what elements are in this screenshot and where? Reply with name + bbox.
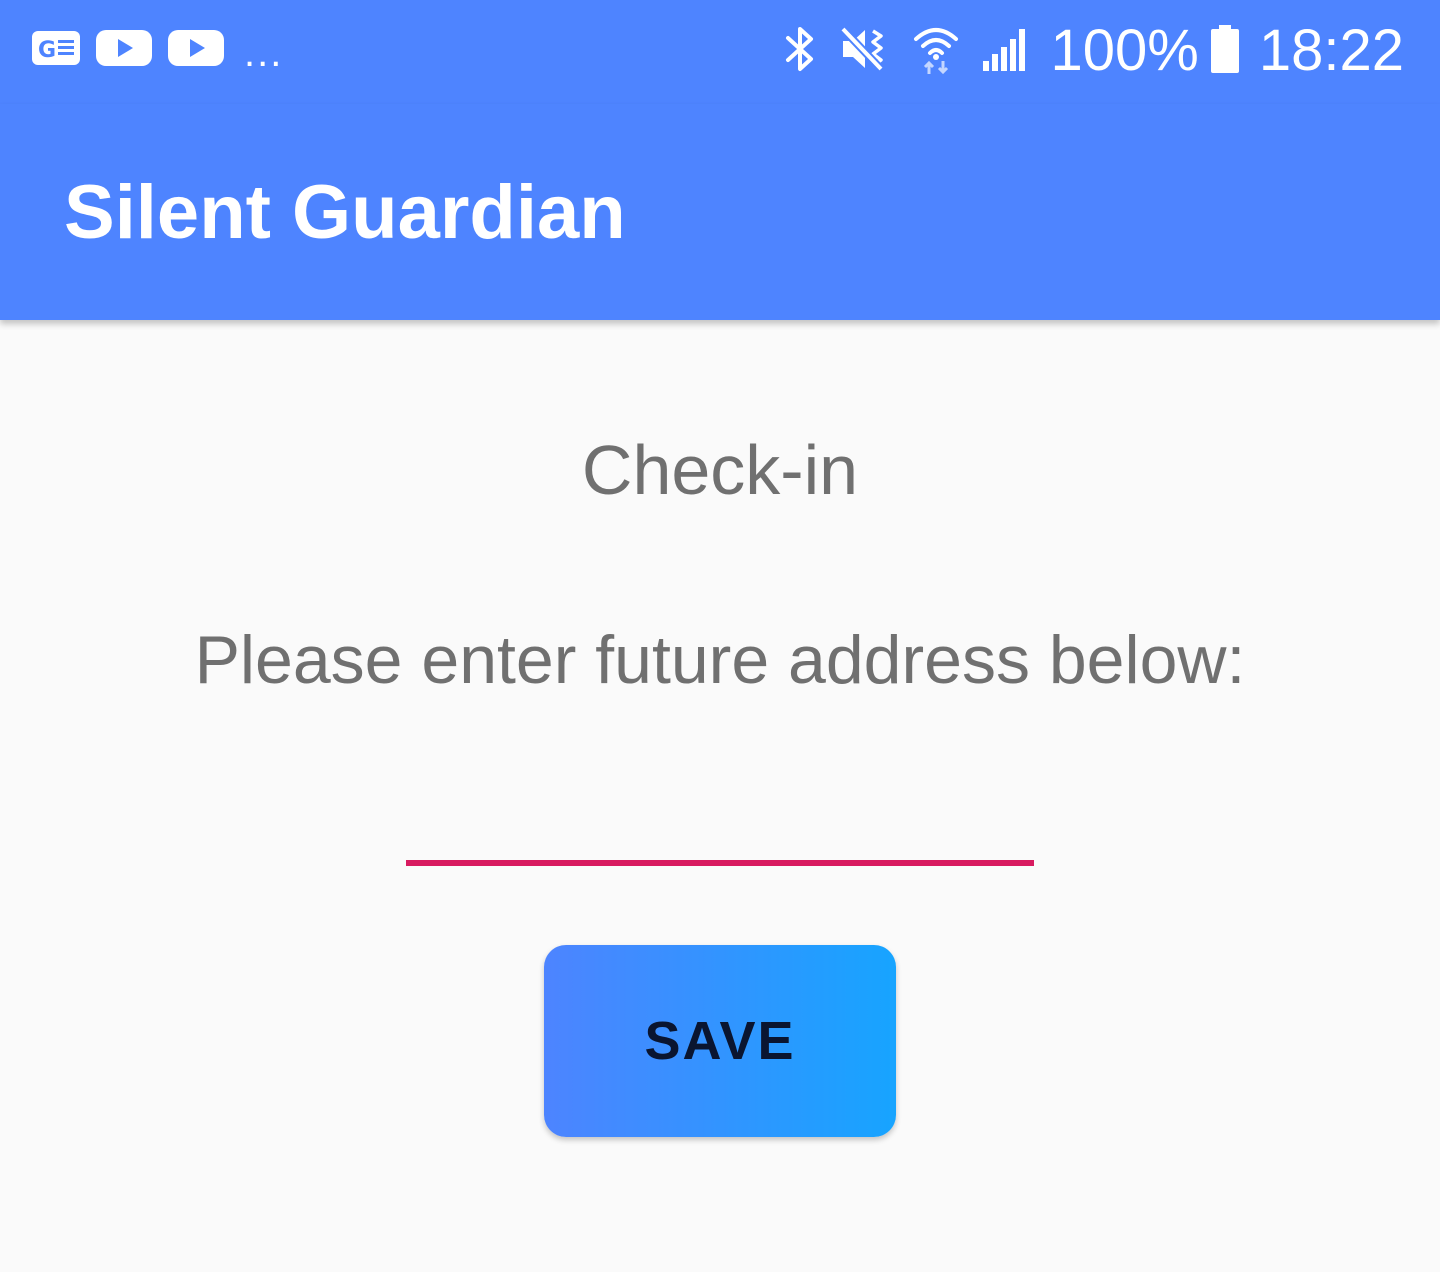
save-button[interactable]: SAVE <box>544 945 896 1137</box>
address-prompt: Please enter future address below: <box>194 622 1246 698</box>
signal-icon <box>981 23 1031 80</box>
battery-icon <box>1209 23 1241 80</box>
svg-text:G: G <box>38 38 56 63</box>
youtube-icon <box>168 28 224 73</box>
wifi-icon <box>913 23 959 80</box>
page-heading: Check-in <box>581 431 859 509</box>
status-bar: G ... 100% 18:22 <box>0 0 1440 104</box>
news-icon: G <box>32 28 80 73</box>
notification-area: G ... <box>32 28 284 75</box>
battery-percentage: 100% <box>1050 18 1199 83</box>
system-status-area: 100% 18:22 <box>761 16 1404 86</box>
youtube-icon <box>96 28 152 73</box>
address-input[interactable] <box>406 780 1034 866</box>
clock: 18:22 <box>1258 18 1404 83</box>
app-title: Silent Guardian <box>64 170 626 255</box>
app-bar: Silent Guardian <box>0 104 1440 320</box>
more-notifications-indicator: ... <box>244 31 284 75</box>
bluetooth-icon <box>783 23 817 80</box>
vibrate-mute-icon <box>839 23 891 80</box>
